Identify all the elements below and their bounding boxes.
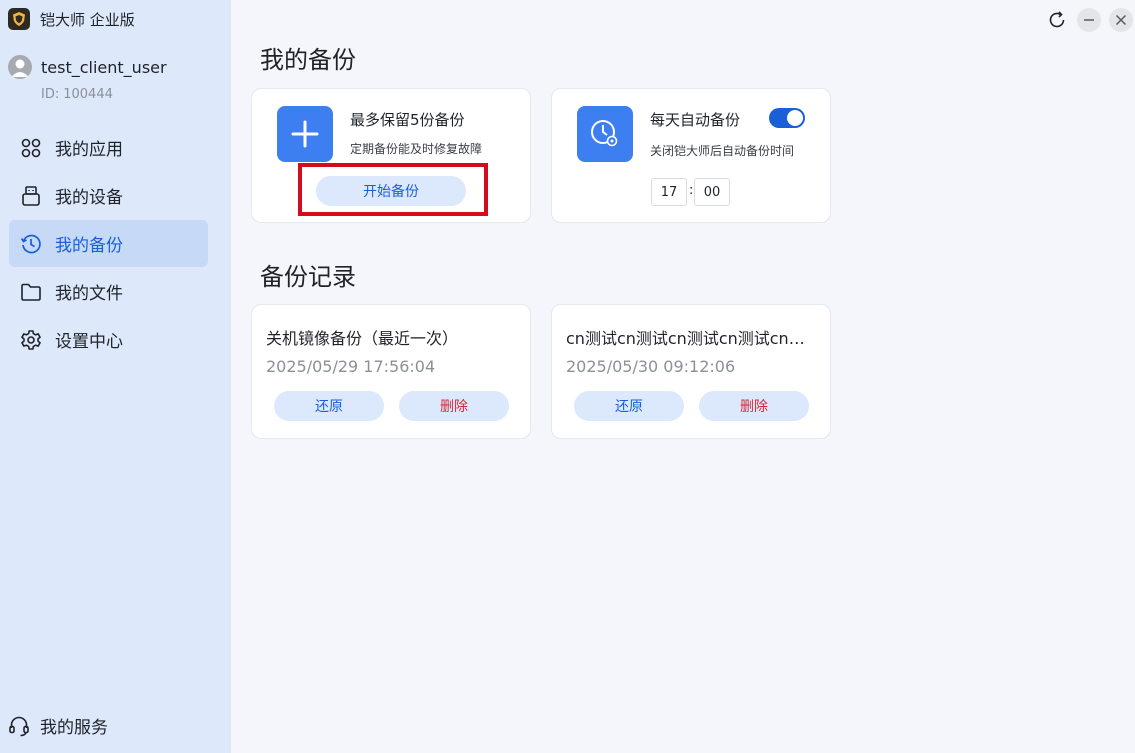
service-link[interactable]: 我的服务: [8, 713, 108, 738]
record-title: cn测试cn测试cn测试cn测试cn…: [566, 329, 805, 348]
avatar[interactable]: [8, 55, 32, 79]
folder-icon: [20, 281, 42, 303]
close-button[interactable]: [1109, 8, 1133, 32]
minimize-icon: [1084, 19, 1094, 21]
refresh-button[interactable]: [1045, 8, 1069, 32]
sidebar-item-settings[interactable]: 设置中心: [9, 316, 208, 363]
sidebar-item-label: 我的文件: [55, 284, 123, 304]
username: test_client_user: [41, 57, 167, 77]
refresh-icon: [1049, 11, 1065, 28]
restore-button[interactable]: 还原: [574, 391, 684, 421]
sidebar-item-devices[interactable]: 我的设备: [9, 172, 208, 219]
time-separator: :: [689, 183, 694, 198]
sidebar-item-backup[interactable]: 我的备份: [9, 220, 208, 267]
delete-button[interactable]: 删除: [399, 391, 509, 421]
new-backup-title: 最多保留5份备份: [350, 111, 465, 129]
auto-backup-title: 每天自动备份: [650, 111, 741, 129]
sidebar: 铠大师 企业版 test_client_user ID:100444 我的应用: [0, 0, 231, 753]
app-header: 铠大师 企业版: [8, 8, 135, 30]
auto-backup-subtitle: 关闭铠大师后自动备份时间: [650, 144, 795, 158]
minute-input[interactable]: 00: [694, 178, 730, 206]
delete-button[interactable]: 删除: [699, 391, 809, 421]
sidebar-item-label: 我的应用: [55, 140, 123, 160]
settings-icon: [20, 329, 42, 351]
page-title: 我的备份: [260, 46, 356, 74]
backup-history-icon: [20, 233, 42, 255]
service-label: 我的服务: [40, 718, 108, 738]
user-id: ID: 100444: [41, 87, 113, 102]
app-logo-icon: [8, 8, 30, 30]
auto-backup-toggle[interactable]: [769, 108, 805, 128]
sidebar-item-apps[interactable]: 我的应用: [9, 124, 208, 171]
sidebar-nav: 我的应用 我的设备 我的备份 我的文件 设置中心: [9, 124, 208, 364]
record-time: 2025/05/29 17:56:04: [266, 357, 436, 376]
highlight-box: [298, 163, 488, 216]
app-title: 铠大师 企业版: [40, 10, 135, 29]
sidebar-item-files[interactable]: 我的文件: [9, 268, 208, 315]
scheduled-backup-icon: [577, 106, 633, 162]
add-icon: [277, 106, 333, 162]
sidebar-item-label: 设置中心: [55, 332, 123, 352]
record-title: 关机镜像备份（最近一次）: [266, 329, 459, 348]
records-title: 备份记录: [260, 263, 356, 291]
minimize-button[interactable]: [1077, 8, 1101, 32]
backup-record-card: 关机镜像备份（最近一次） 2025/05/29 17:56:04 还原 删除: [251, 304, 531, 439]
new-backup-subtitle: 定期备份能及时修复故障: [350, 142, 483, 156]
headset-icon: [8, 715, 30, 737]
restore-button[interactable]: 还原: [274, 391, 384, 421]
record-time: 2025/05/30 09:12:06: [566, 357, 736, 376]
close-icon: [1115, 14, 1127, 26]
sidebar-item-label: 我的设备: [55, 188, 123, 208]
user-profile[interactable]: test_client_user: [8, 55, 167, 79]
user-id-label: ID:: [41, 87, 60, 102]
user-id-value: 100444: [63, 87, 113, 102]
toggle-knob: [787, 110, 803, 126]
backup-record-card: cn测试cn测试cn测试cn测试cn… 2025/05/30 09:12:06 …: [551, 304, 831, 439]
sidebar-item-label: 我的备份: [55, 236, 123, 256]
device-icon: [20, 185, 42, 207]
apps-icon: [20, 137, 42, 159]
hour-input[interactable]: 17: [651, 178, 687, 206]
